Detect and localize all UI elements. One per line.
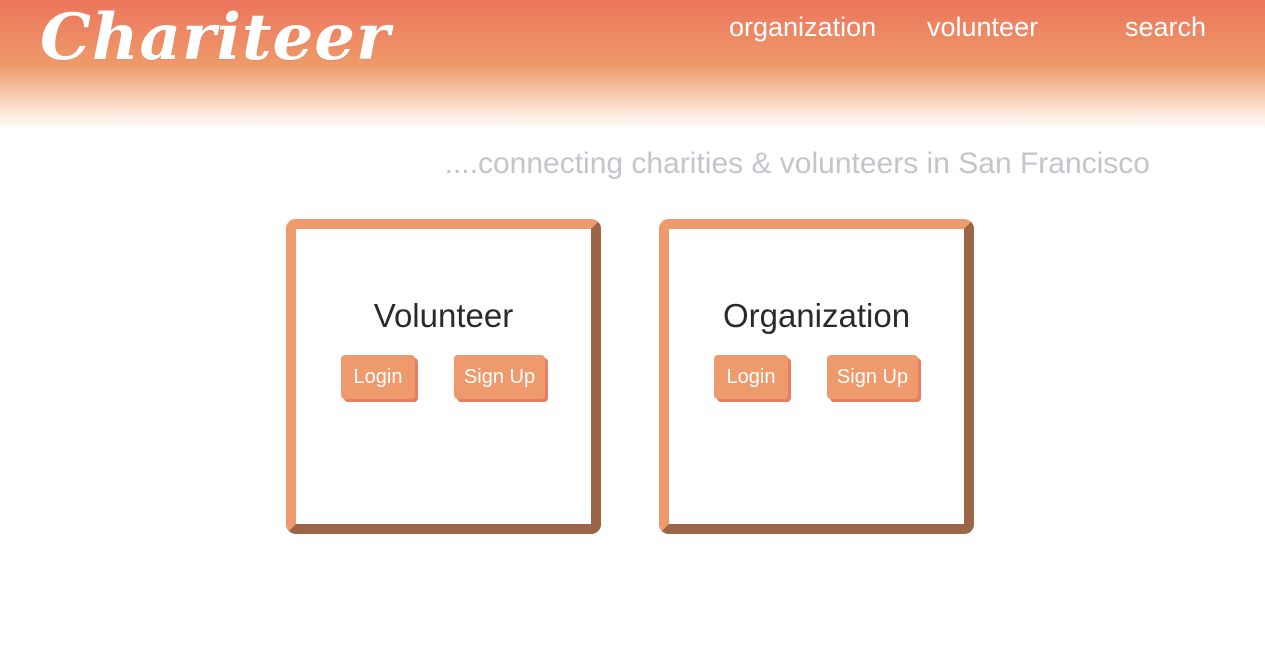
- header: Chariteer organization volunteer search: [0, 0, 1265, 130]
- nav-link-search[interactable]: search: [1125, 12, 1206, 43]
- organization-card: Organization Login Sign Up: [659, 219, 974, 534]
- organization-card-title: Organization: [722, 297, 911, 334]
- organization-login-button[interactable]: Login: [714, 355, 788, 399]
- volunteer-card-title: Volunteer: [373, 297, 514, 334]
- logo[interactable]: Chariteer: [40, 0, 391, 75]
- volunteer-card: Volunteer Login Sign Up: [286, 219, 601, 534]
- nav-link-volunteer[interactable]: volunteer: [927, 12, 1038, 43]
- volunteer-signup-button[interactable]: Sign Up: [454, 355, 545, 399]
- volunteer-login-button[interactable]: Login: [341, 355, 415, 399]
- nav-link-organization[interactable]: organization: [729, 12, 876, 43]
- tagline: ....connecting charities & volunteers in…: [444, 147, 1150, 180]
- organization-signup-button[interactable]: Sign Up: [827, 355, 918, 399]
